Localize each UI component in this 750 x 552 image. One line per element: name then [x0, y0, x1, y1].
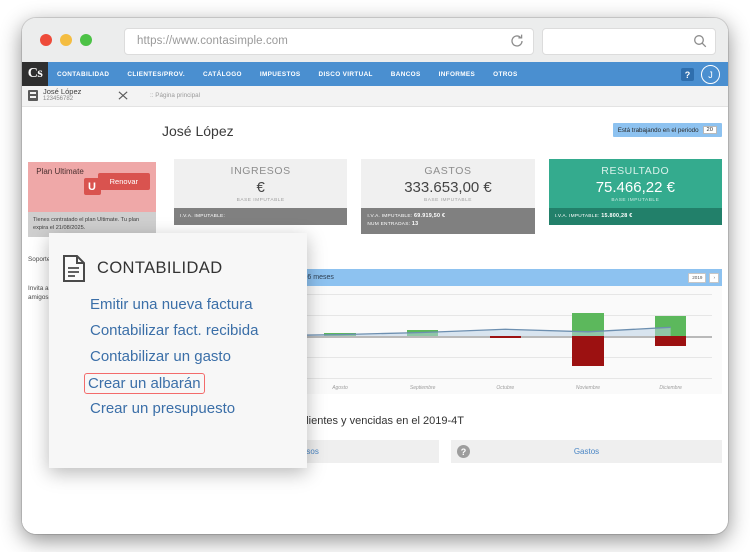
kpi-card-bottom: I.V.A. IMPUTABLE: 15.800,28 € — [548, 208, 722, 226]
navbar-right-actions: ? J — [681, 65, 720, 84]
menu-item-crear-presupuesto[interactable]: Crear un presupuesto — [87, 399, 238, 418]
kpi-card-ingresos: INGRESOS € BASE IMPUTABLE I.V.A. IMPUTAB… — [174, 159, 348, 234]
kpi-card-top: INGRESOS € BASE IMPUTABLE — [174, 159, 348, 208]
kpi-card-gastos: GASTOS 333.653,00 € BASE IMPUTABLE I.V.A… — [361, 159, 535, 234]
kpi-value: 75.466,22 € — [595, 179, 675, 196]
period-badge[interactable]: Está trabajando en el periodo 20 — [612, 123, 722, 137]
kpi-detail-2-label: NUM ENTRADAS: — [367, 222, 411, 228]
kpi-detail-1-value: 15.800,28 € — [601, 213, 633, 219]
kpi-cards: INGRESOS € BASE IMPUTABLE I.V.A. IMPUTAB… — [174, 159, 722, 234]
nav-item-informes[interactable]: INFORMES — [430, 71, 485, 78]
page-body: Plan Ultimate U Renovar Tienes contratad… — [22, 107, 728, 534]
kpi-detail-1-label: I.V.A. IMPUTABLE: — [367, 214, 413, 219]
plan-name: Plan Ultimate — [36, 167, 84, 176]
switch-user-icon[interactable] — [118, 90, 129, 101]
page-title: José López — [162, 123, 234, 139]
dropdown-row: Contabilizar un gasto — [49, 334, 307, 365]
kpi-card-top: GASTOS 333.653,00 € BASE IMPUTABLE — [361, 159, 535, 208]
nav-item-otros[interactable]: OTROS — [484, 71, 526, 78]
kpi-detail-1: I.V.A. IMPUTABLE: 15.800,28 € — [555, 212, 716, 220]
contabilidad-dropdown-menu[interactable]: CONTABILIDAD Emitir una nueva factura Co… — [49, 233, 307, 468]
minimize-window-button[interactable] — [60, 34, 72, 46]
kpi-card-resultado: RESULTADO 75.466,22 € BASE IMPUTABLE I.V… — [548, 159, 722, 234]
kpi-value: € — [256, 179, 265, 196]
document-icon — [63, 255, 85, 282]
tab-gastos[interactable]: ? Gastos — [451, 440, 722, 463]
help-icon[interactable]: ? — [457, 445, 470, 458]
user-name: José López — [43, 87, 82, 96]
search-box[interactable] — [542, 28, 716, 55]
kpi-sub: BASE IMPUTABLE — [424, 198, 472, 203]
plan-box: Plan Ultimate U Renovar — [28, 162, 156, 212]
kpi-label: GASTOS — [424, 165, 472, 177]
chart-header-buttons: 2019 › — [688, 272, 719, 283]
window-controls[interactable] — [40, 34, 92, 46]
search-icon[interactable] — [693, 34, 707, 48]
renew-button[interactable]: Renovar — [97, 173, 150, 190]
year-button[interactable]: 2019 — [688, 272, 707, 283]
address-bar[interactable]: https://www.contasimple.com — [124, 28, 534, 55]
kpi-card-bottom: I.V.A. IMPUTABLE: 69.919,50 € NUM ENTRAD… — [361, 208, 535, 234]
nav-item-catalogo[interactable]: CATÁLOGO — [194, 71, 251, 78]
kpi-label: RESULTADO — [601, 165, 670, 177]
help-icon[interactable]: ? — [681, 68, 694, 81]
kpi-value: 333.653,00 € — [404, 179, 492, 196]
user-strip: José López 123456782 :: Página principal — [22, 86, 728, 107]
nav-item-contabilidad[interactable]: CONTABILIDAD — [48, 71, 118, 78]
app-logo[interactable]: Cs — [22, 62, 48, 86]
kpi-sub: BASE IMPUTABLE — [236, 198, 285, 203]
dropdown-row: Emitir una nueva factura — [49, 282, 307, 313]
nav-item-bancos[interactable]: BANCOS — [382, 71, 430, 78]
kpi-card-bottom: I.V.A. IMPUTABLE: — [174, 208, 348, 226]
browser-chrome: https://www.contasimple.com — [22, 18, 728, 62]
tab-gastos-label: Gastos — [573, 447, 600, 456]
close-window-button[interactable] — [40, 34, 52, 46]
kpi-detail-2: NUM ENTRADAS: 13 — [367, 220, 528, 228]
breadcrumb: :: Página principal — [150, 92, 201, 99]
dropdown-title: CONTABILIDAD — [97, 259, 223, 277]
dropdown-row: Contabilizar fact. recibida — [49, 308, 307, 339]
dropdown-row: Crear un presupuesto — [49, 386, 307, 417]
kpi-sub: BASE IMPUTABLE — [611, 198, 660, 203]
app-navbar: Cs CONTABILIDAD CLIENTES/PROV. CATÁLOGO … — [22, 62, 728, 86]
kpi-card-top: RESULTADO 75.466,22 € BASE IMPUTABLE — [548, 159, 722, 208]
nav-item-clientes-prov[interactable]: CLIENTES/PROV. — [118, 71, 194, 78]
nav-item-impuestos[interactable]: IMPUESTOS — [251, 71, 310, 78]
next-period-button[interactable]: › — [709, 272, 719, 283]
kpi-detail-1-label: I.V.A. IMPUTABLE: — [180, 214, 226, 219]
maximize-window-button[interactable] — [80, 34, 92, 46]
reload-icon[interactable] — [509, 33, 525, 49]
kpi-label: INGRESOS — [230, 165, 291, 177]
browser-window: https://www.contasimple.com Cs CONTABILI… — [22, 18, 728, 534]
dropdown-header: CONTABILIDAD — [49, 233, 307, 282]
user-card-icon — [28, 90, 38, 101]
kpi-detail-1-label: I.V.A. IMPUTABLE: — [554, 214, 600, 219]
user-id: 123456782 — [43, 96, 74, 102]
kpi-detail-1: I.V.A. IMPUTABLE: 69.919,50 € — [367, 212, 528, 220]
nav-item-disco-virtual[interactable]: DISCO VIRTUAL — [310, 71, 382, 78]
period-badge-text: Está trabajando en el periodo — [617, 126, 699, 134]
dropdown-row: Crear un albarán — [49, 360, 307, 394]
avatar[interactable]: J — [701, 65, 720, 84]
period-value: 20 — [702, 126, 717, 134]
url-text: https://www.contasimple.com — [137, 35, 288, 47]
kpi-detail-1: I.V.A. IMPUTABLE: — [180, 212, 341, 220]
kpi-detail-1-value: 69.919,50 € — [413, 213, 446, 219]
kpi-detail-2-value: 13 — [411, 221, 419, 228]
